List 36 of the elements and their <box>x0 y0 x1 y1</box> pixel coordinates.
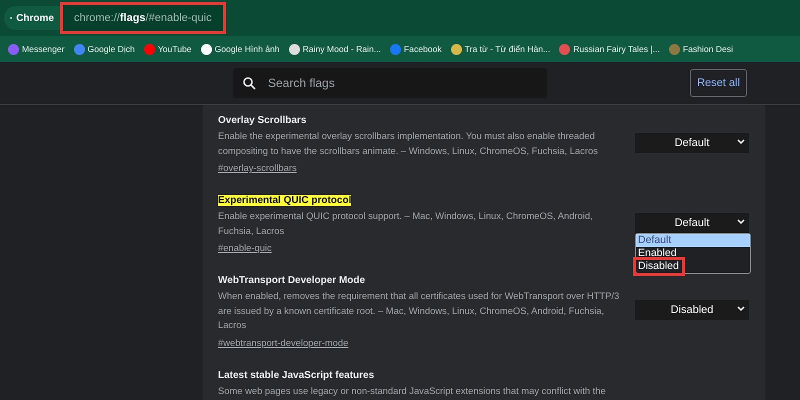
chevron-icon <box>737 139 745 145</box>
flag-title: Latest stable JavaScript features <box>218 370 374 380</box>
flag-select[interactable]: Default <box>635 213 749 233</box>
flag-title: WebTransport Developer Mode <box>218 275 366 286</box>
dropdown-option[interactable]: Disabled <box>636 260 682 273</box>
flag-title: Experimental QUIC protocol <box>218 195 352 206</box>
flag-link[interactable]: #enable-quic <box>218 242 272 253</box>
flag-description: Some web pages use legacy or non-standard JavaScript extensions that may conflict with the <box>218 384 607 398</box>
chevron-icon <box>737 306 745 312</box>
flag-description: When enabled, removes the requirement that all certificates used for WebTransport over HTTP/3 are issued by a known certificate root. – Mac, Windows, Linux, ChromeOS, Android, Fuchsia, Lacros <box>218 289 620 332</box>
reset-all-button[interactable]: Reset all <box>690 69 747 97</box>
bookmark[interactable]: Fashion Desi <box>668 44 733 54</box>
search-input[interactable]: Search flags <box>266 75 547 91</box>
flag-title: Overlay Scrollbars <box>218 115 306 126</box>
bookmark[interactable]: YouTube <box>144 44 192 54</box>
flag-description: Enable the experimental overlay scrollbars implementation. You must also enable threaded compositing to have the scrollbars animate. – Windows, Linux, ChromeOS, Fuchsia, Lacros <box>218 129 599 158</box>
chevron-icon <box>737 219 745 225</box>
bookmark[interactable]: Messenger <box>8 44 65 54</box>
flag-select[interactable]: Disabled <box>635 300 749 320</box>
bookmark[interactable]: Google Hình ảnh <box>200 44 280 54</box>
bookmark[interactable]: Google Dịch <box>74 44 135 54</box>
dropdown-option[interactable]: Default <box>636 234 750 247</box>
search-field[interactable]: Search flags <box>233 68 547 98</box>
flag-link[interactable]: #overlay-scrollbars <box>218 162 297 173</box>
flag-link[interactable]: #webtransport-developer-mode <box>218 336 348 348</box>
flag-select[interactable]: Default <box>635 133 749 153</box>
bookmark[interactable]: Tra từ - Từ điển Hàn... <box>450 44 550 54</box>
flag-description: Enable experimental QUIC protocol support. – Mac, Windows, Linux, ChromeOS, Android, Fuchsia, Lacros <box>218 209 594 238</box>
bookmark[interactable]: Russian Fairy Tales |... <box>559 44 660 54</box>
chrome-chip[interactable]: Chrome <box>4 6 60 30</box>
bookmark[interactable]: Facebook <box>390 44 442 54</box>
address-bar[interactable]: chrome://flags/#enable-quic <box>60 2 226 34</box>
dropdown-option[interactable]: Enabled <box>636 247 750 260</box>
search-icon <box>243 76 256 90</box>
chrome-label: Chrome <box>16 12 54 24</box>
bookmark[interactable]: Rainy Mood - Rain... <box>288 44 381 54</box>
